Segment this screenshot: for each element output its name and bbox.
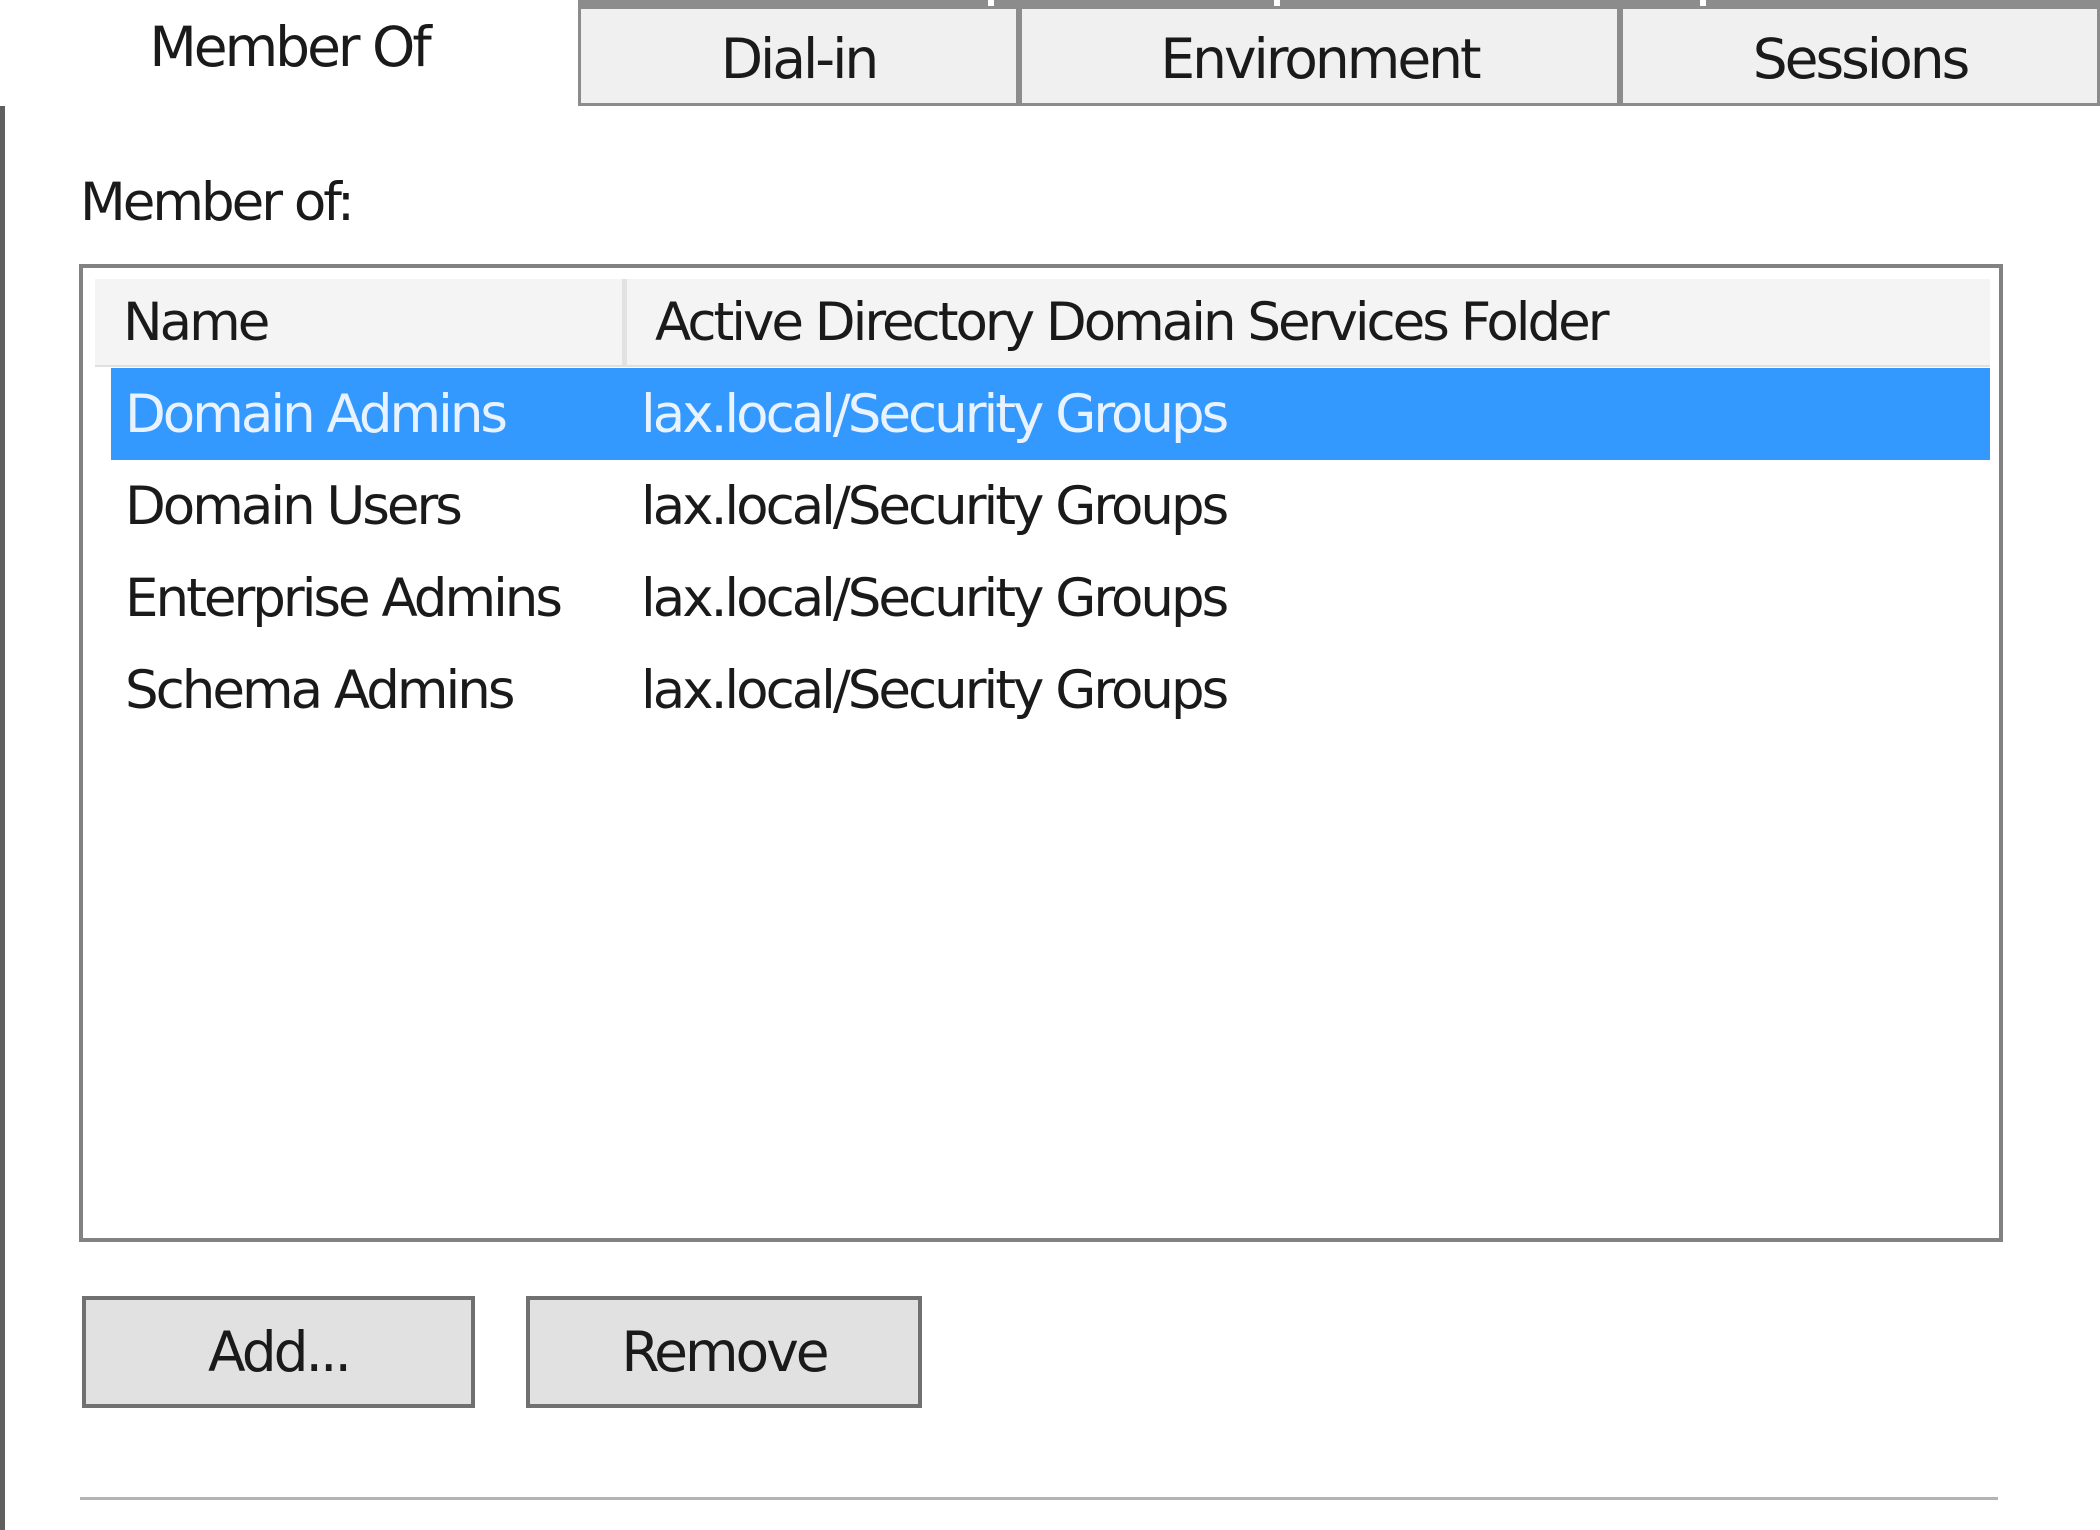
tab-member-of[interactable]: Member Of (0, 0, 578, 106)
list-header: Name Active Directory Domain Services Fo… (95, 279, 1990, 367)
tab-sessions[interactable]: Sessions (1620, 6, 2100, 104)
row-folder: lax.local/Security Groups (641, 383, 1229, 445)
member-of-label: Member of: (80, 172, 355, 233)
remove-button[interactable]: Remove (526, 1296, 922, 1408)
tab-environment-label: Environment (1160, 26, 1481, 91)
tab-dial-in-label: Dial-in (720, 26, 880, 91)
list-row-domain-admins[interactable]: Domain Admins lax.local/Security Groups (111, 368, 1990, 460)
list-row-schema-admins[interactable]: Schema Admins lax.local/Security Groups (111, 644, 1990, 736)
row-folder: lax.local/Security Groups (641, 567, 1229, 629)
add-button[interactable]: Add... (82, 1296, 475, 1408)
row-name: Enterprise Admins (125, 567, 563, 629)
bottom-separator (80, 1497, 1998, 1500)
row-folder: lax.local/Security Groups (641, 475, 1229, 537)
list-rows: Domain Admins lax.local/Security Groups … (111, 368, 1990, 736)
row-name: Domain Users (125, 475, 463, 537)
tab-sessions-label: Sessions (1752, 26, 1971, 91)
tab-dial-in[interactable]: Dial-in (578, 6, 1019, 104)
list-row-enterprise-admins[interactable]: Enterprise Admins lax.local/Security Gro… (111, 552, 1990, 644)
tab-member-of-label: Member Of (149, 15, 431, 79)
list-row-domain-users[interactable]: Domain Users lax.local/Security Groups (111, 460, 1990, 552)
row-name: Schema Admins (125, 659, 515, 721)
column-header-name[interactable]: Name (95, 279, 627, 365)
column-header-folder[interactable]: Active Directory Domain Services Folder (627, 279, 1990, 365)
window-left-border (0, 0, 5, 1530)
row-folder: lax.local/Security Groups (641, 659, 1229, 721)
tab-environment[interactable]: Environment (1019, 6, 1620, 104)
row-name: Domain Admins (125, 383, 508, 445)
member-of-list[interactable]: Name Active Directory Domain Services Fo… (79, 264, 2003, 1242)
tab-strip-baseline (578, 103, 2100, 106)
